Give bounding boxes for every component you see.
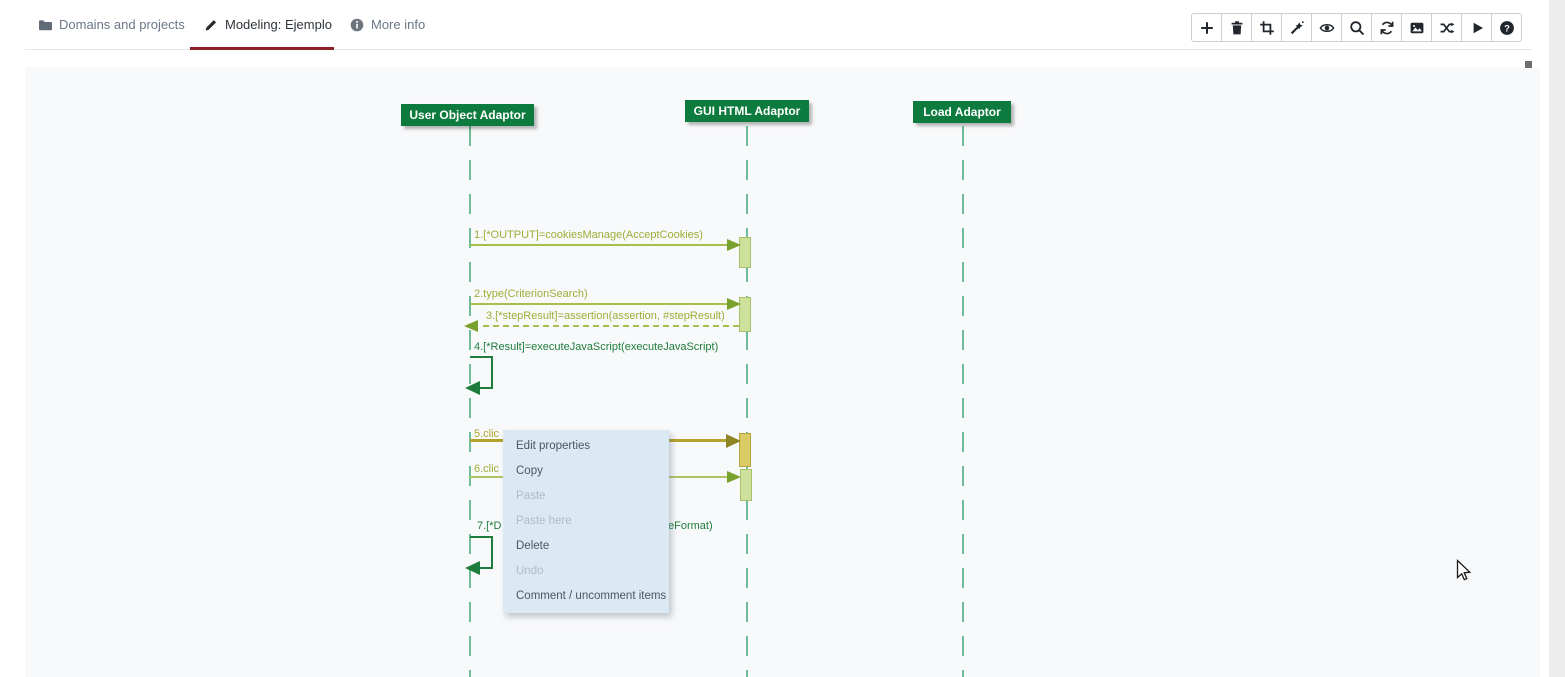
tab-label: Modeling: Ejemplo (225, 17, 332, 32)
menu-item-edit-properties[interactable]: Edit properties (503, 434, 669, 459)
menu-item-delete[interactable]: Delete (503, 534, 669, 559)
lifeline-header-gui-html-adaptor[interactable]: GUI HTML Adaptor (685, 100, 809, 122)
tab-more-info[interactable]: More info (350, 0, 425, 49)
lifeline-header-load-adaptor[interactable]: Load Adaptor (913, 101, 1011, 123)
message-6-label[interactable]: 6.clic (474, 463, 499, 475)
mouse-cursor-icon (1456, 559, 1472, 583)
active-tab-underline (190, 47, 334, 50)
crop-button[interactable] (1251, 13, 1282, 42)
vertical-scrollbar[interactable] (1549, 0, 1565, 677)
pencil-icon (204, 18, 218, 32)
image-icon (1409, 20, 1425, 36)
search-icon (1349, 20, 1365, 36)
refresh-icon (1379, 20, 1395, 36)
lifeline-header-user-object-adaptor[interactable]: User Object Adaptor (401, 104, 534, 126)
message-4-line-top[interactable] (470, 356, 493, 358)
tab-label: Domains and projects (59, 17, 185, 32)
message-4-label[interactable]: 4.[*Result]=executeJavaScript(executeJav… (474, 341, 718, 353)
shuffle-icon (1439, 20, 1455, 36)
activation-bar[interactable] (740, 469, 752, 501)
diagram-toolbar: ? (1191, 13, 1522, 42)
lifeline-user-object-adaptor[interactable] (469, 126, 471, 677)
run-button[interactable] (1461, 13, 1492, 42)
message-7-arrowhead (465, 561, 480, 575)
message-1-arrowhead (727, 239, 741, 251)
lifeline-load-adaptor[interactable] (962, 126, 964, 677)
tab-modeling-ejemplo[interactable]: Modeling: Ejemplo (204, 0, 332, 49)
add-button[interactable] (1191, 13, 1222, 42)
message-7-line-bottom (479, 567, 493, 569)
shuffle-button[interactable] (1431, 13, 1462, 42)
message-4-line-right (491, 356, 493, 389)
menu-item-undo: Undo (503, 559, 669, 584)
message-7-line-top[interactable] (470, 536, 493, 538)
message-4-arrowhead (465, 381, 480, 395)
tab-label: More info (371, 17, 425, 32)
message-3-arrowhead (464, 320, 478, 332)
trash-icon (1229, 20, 1245, 36)
message-2-arrowhead (727, 298, 741, 310)
export-image-button[interactable] (1401, 13, 1432, 42)
message-1-label[interactable]: 1.[*OUTPUT]=cookiesManage(AcceptCookies) (474, 229, 703, 241)
message-6-arrowhead (727, 471, 741, 483)
preview-button[interactable] (1311, 13, 1342, 42)
app-window: Domains and projects Modeling: Ejemplo M… (0, 0, 1565, 677)
message-3-label[interactable]: 3.[*stepResult]=assertion(assertion, #st… (486, 310, 725, 322)
magic-wand-button[interactable] (1281, 13, 1312, 42)
message-2-label[interactable]: 2.type(CriterionSearch) (474, 288, 588, 300)
canvas-resize-handle[interactable] (1525, 61, 1532, 68)
tab-domains-and-projects[interactable]: Domains and projects (38, 0, 185, 49)
magic-wand-icon (1289, 20, 1305, 36)
menu-item-comment-uncomment[interactable]: Comment / uncomment items (503, 584, 669, 609)
menu-item-paste: Paste (503, 484, 669, 509)
help-button[interactable]: ? (1491, 13, 1522, 42)
delete-button[interactable] (1221, 13, 1252, 42)
message-4-line-bottom (479, 387, 493, 389)
message-7-label-left[interactable]: 7.[*D (477, 520, 501, 532)
diagram-canvas[interactable] (25, 67, 1540, 677)
message-5-arrowhead (726, 434, 741, 448)
message-7-line-right (491, 536, 493, 569)
menu-item-paste-here: Paste here (503, 509, 669, 534)
eye-icon (1319, 20, 1335, 36)
folder-icon (38, 18, 52, 32)
menu-item-copy[interactable]: Copy (503, 459, 669, 484)
plus-icon (1199, 20, 1215, 36)
context-menu: Edit properties Copy Paste Paste here De… (503, 430, 669, 613)
svg-text:?: ? (1504, 23, 1510, 34)
play-icon (1469, 20, 1485, 36)
message-7-label-right[interactable]: eFormat) (668, 520, 713, 532)
message-2-line[interactable] (470, 303, 727, 305)
info-icon (350, 18, 364, 32)
crop-icon (1259, 20, 1275, 36)
lifeline-gui-html-adaptor[interactable] (746, 126, 748, 677)
help-icon: ? (1499, 20, 1515, 36)
refresh-button[interactable] (1371, 13, 1402, 42)
message-3-line[interactable] (483, 325, 739, 327)
message-5-label[interactable]: 5.clic (474, 428, 499, 440)
search-button[interactable] (1341, 13, 1372, 42)
message-1-line[interactable] (470, 244, 727, 246)
